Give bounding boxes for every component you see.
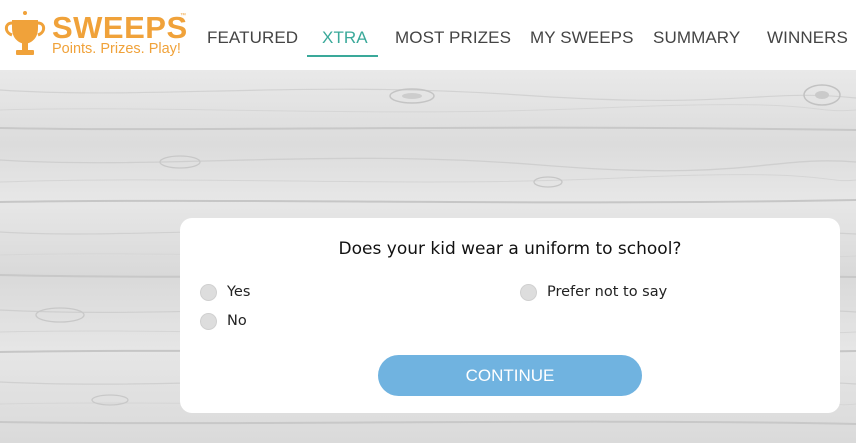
logo-tagline: Points. Prizes. Play!	[52, 41, 181, 57]
nav-active-underline	[307, 55, 378, 57]
nav-summary[interactable]: SUMMARY	[653, 28, 740, 48]
sweeps-logo[interactable]: SWEEPS ™ Points. Prizes. Play!	[2, 4, 187, 60]
nav-xtra[interactable]: XTRA	[322, 28, 368, 48]
option-label: Yes	[227, 284, 251, 300]
option-label: No	[227, 313, 247, 329]
radio-button[interactable]	[200, 283, 217, 301]
option-no[interactable]: No	[200, 311, 247, 331]
continue-button[interactable]: CONTINUE	[378, 355, 642, 396]
radio-button[interactable]	[200, 312, 217, 330]
logo-trademark: ™	[180, 13, 186, 19]
site-header: SWEEPS ™ Points. Prizes. Play! FEATURED …	[0, 0, 856, 70]
radio-button[interactable]	[520, 283, 537, 301]
option-yes[interactable]: Yes	[200, 282, 250, 302]
trophy-icon	[4, 11, 46, 55]
nav-winners[interactable]: WINNERS	[767, 28, 848, 48]
nav-most-prizes[interactable]: MOST PRIZES	[395, 28, 511, 48]
option-label: Prefer not to say	[547, 284, 668, 300]
survey-question: Does your kid wear a uniform to school?	[338, 239, 682, 259]
survey-card: Does your kid wear a uniform to school? …	[180, 218, 840, 413]
nav-my-sweeps[interactable]: MY SWEEPS	[530, 28, 634, 48]
logo-wordmark: SWEEPS	[52, 10, 188, 45]
option-prefer-not-to-say[interactable]: Prefer not to say	[520, 282, 667, 302]
nav-featured[interactable]: FEATURED	[207, 28, 298, 48]
